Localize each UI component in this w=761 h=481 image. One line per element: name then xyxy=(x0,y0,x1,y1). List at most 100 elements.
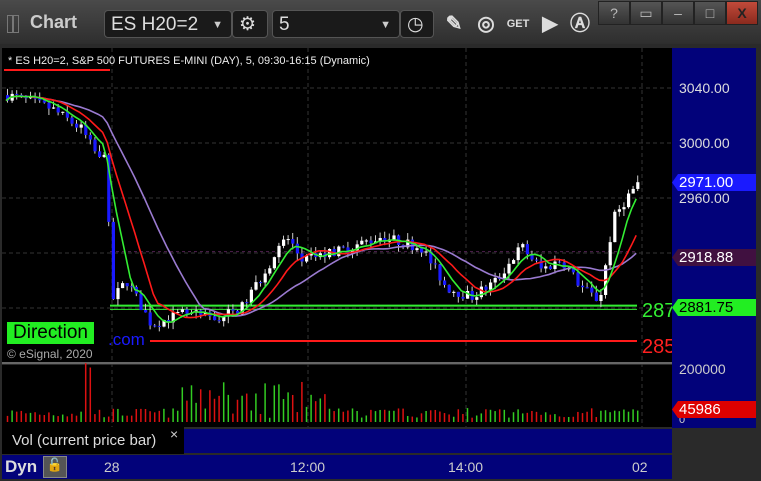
chart-canvas xyxy=(2,48,672,427)
candle xyxy=(98,151,102,157)
candle xyxy=(443,280,447,285)
candle xyxy=(337,246,341,257)
candle xyxy=(544,266,548,269)
time-tick: 12:00 xyxy=(290,459,326,475)
price-tick: 3040.00 xyxy=(679,80,730,96)
candle xyxy=(617,209,621,212)
direction-label: Direction xyxy=(7,322,94,344)
candle xyxy=(535,259,539,261)
candle xyxy=(263,273,267,283)
candle xyxy=(185,309,189,314)
price-tick: 3000.00 xyxy=(679,135,730,151)
candle xyxy=(613,211,617,243)
candle xyxy=(364,240,368,242)
volume-legend: Vol (current price bar) × xyxy=(2,426,184,454)
candle xyxy=(369,240,373,244)
candle xyxy=(125,283,129,287)
candle xyxy=(636,182,640,189)
price-tick: 2960.00 xyxy=(679,190,730,206)
candle xyxy=(585,287,589,289)
ma-purple-line xyxy=(5,95,637,317)
copyright: © eSignal, 2020 xyxy=(7,347,93,361)
last-price-tag: 2971.00 xyxy=(672,174,756,191)
candle xyxy=(121,283,125,289)
candle xyxy=(286,239,290,241)
candle xyxy=(144,310,148,313)
candle xyxy=(461,296,465,299)
candle xyxy=(277,245,281,258)
candle xyxy=(272,257,276,269)
candle xyxy=(254,282,258,290)
candle xyxy=(259,282,263,284)
candle xyxy=(148,312,152,326)
candle xyxy=(291,239,295,244)
time-tick: 14:00 xyxy=(448,459,484,475)
candle xyxy=(88,134,92,140)
candle xyxy=(424,251,428,253)
candle xyxy=(548,266,552,269)
candle xyxy=(341,246,345,248)
green-line-label: 287 xyxy=(642,300,672,322)
candle xyxy=(61,111,65,113)
candle xyxy=(392,235,396,240)
candle xyxy=(558,261,562,263)
candle xyxy=(576,272,580,286)
candle xyxy=(622,207,626,210)
candle xyxy=(75,123,79,128)
time-tick: 02 xyxy=(632,459,648,475)
candle xyxy=(295,243,299,254)
candle xyxy=(153,325,157,327)
candle xyxy=(231,309,235,311)
candle xyxy=(360,240,364,245)
candle xyxy=(56,107,60,113)
candle xyxy=(52,107,56,109)
candle xyxy=(213,316,217,321)
candle xyxy=(415,248,419,251)
candle xyxy=(111,221,115,300)
dynamic-mode-button[interactable]: Dyn xyxy=(5,457,37,477)
ma-red-line xyxy=(5,95,637,319)
close-study-icon[interactable]: × xyxy=(170,426,178,442)
volume-legend-label: Vol (current price bar) xyxy=(12,432,157,449)
candle xyxy=(433,263,437,265)
candle xyxy=(590,287,594,293)
candle xyxy=(245,302,249,304)
candle xyxy=(507,263,511,274)
candle xyxy=(328,248,332,258)
candle xyxy=(512,260,516,264)
candle xyxy=(608,242,612,266)
candle xyxy=(70,117,74,124)
watermark: .com xyxy=(108,330,145,349)
volume-tick: 200000 xyxy=(679,361,726,377)
lock-icon[interactable]: 🔓 xyxy=(43,456,67,478)
candle xyxy=(268,268,272,274)
candle xyxy=(475,297,479,300)
candle xyxy=(599,294,603,301)
candle xyxy=(502,273,506,279)
candle xyxy=(249,289,253,303)
volume-last-tag: 45986 xyxy=(672,401,756,418)
candle xyxy=(79,124,83,128)
candle xyxy=(521,244,525,248)
candle xyxy=(180,309,184,312)
candle xyxy=(493,277,497,283)
candle xyxy=(139,293,143,311)
candle xyxy=(157,325,161,327)
candle xyxy=(15,93,19,95)
candle xyxy=(581,285,585,288)
candle xyxy=(47,102,51,109)
price-tag: 2881.75 xyxy=(672,299,756,316)
candle xyxy=(420,248,424,253)
chart-info: * ES H20=2, S&P 500 FUTURES E-MINI (DAY)… xyxy=(8,55,370,67)
candle xyxy=(438,264,442,281)
candle xyxy=(452,291,456,293)
candle xyxy=(484,286,488,290)
candle xyxy=(116,288,120,300)
red-line-label: 285 xyxy=(642,336,672,358)
candle xyxy=(516,247,520,261)
candle xyxy=(631,188,635,194)
price-tag: 2918.88 xyxy=(672,249,756,266)
time-tick: 28 xyxy=(104,459,120,475)
candle xyxy=(489,282,493,290)
candle xyxy=(525,244,529,255)
